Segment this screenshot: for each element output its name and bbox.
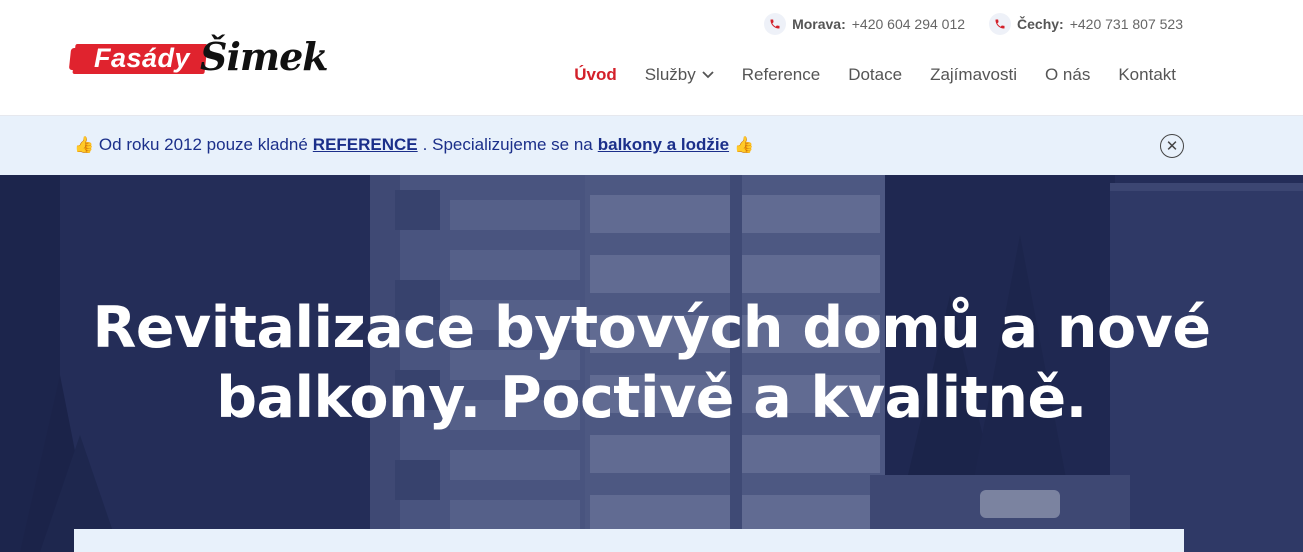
- main-nav: Úvod Služby Reference Dotace Zajímavosti…: [574, 62, 1176, 88]
- reference-link[interactable]: REFERENCE: [313, 135, 418, 155]
- nav-item-uvod[interactable]: Úvod: [574, 62, 617, 88]
- contact-region-label: Morava:: [792, 16, 846, 32]
- logo[interactable]: Fasády Šimek: [72, 28, 330, 86]
- hero-title-line2: balkony. Poctivě a kvalitně.: [216, 365, 1087, 431]
- phone-icon: [764, 13, 787, 35]
- announcement-bar: 👍 Od roku 2012 pouze kladné REFERENCE . …: [0, 116, 1303, 175]
- logo-text-simek: Šimek: [200, 34, 329, 79]
- close-icon[interactable]: ✕: [1160, 134, 1184, 158]
- contact-bar: Morava: +420 604 294 012 Čechy: +420 731…: [764, 12, 1183, 36]
- announcement-text-part2: . Specializujeme se na: [422, 135, 593, 154]
- nav-item-reference[interactable]: Reference: [742, 62, 820, 88]
- thumbs-up-icon: 👍: [734, 137, 754, 154]
- announcement-text: 👍 Od roku 2012 pouze kladné REFERENCE . …: [74, 135, 754, 155]
- hero-section: Revitalizace bytových domů a nové balkon…: [0, 175, 1303, 552]
- contact-region-label: Čechy:: [1017, 16, 1064, 32]
- contact-phone-number[interactable]: +420 604 294 012: [852, 16, 965, 32]
- logo-text-fasady: Fasády: [94, 43, 191, 73]
- nav-item-kontakt[interactable]: Kontakt: [1118, 62, 1176, 88]
- contact-morava[interactable]: Morava: +420 604 294 012: [764, 12, 965, 36]
- balkony-lodzie-link[interactable]: balkony a lodžie: [598, 135, 729, 155]
- thumbs-up-icon: 👍: [74, 137, 94, 154]
- contact-cechy[interactable]: Čechy: +420 731 807 523: [989, 12, 1183, 36]
- hero-card: [74, 529, 1184, 552]
- nav-item-dotace[interactable]: Dotace: [848, 62, 902, 88]
- contact-phone-number[interactable]: +420 731 807 523: [1070, 16, 1183, 32]
- nav-item-o-nas[interactable]: O nás: [1045, 62, 1090, 88]
- nav-item-zajimavosti[interactable]: Zajímavosti: [930, 62, 1017, 88]
- hero-title: Revitalizace bytových domů a nové balkon…: [40, 293, 1263, 433]
- announcement-text-part1: Od roku 2012 pouze kladné: [98, 135, 308, 154]
- nav-item-sluzby[interactable]: Služby: [645, 62, 714, 88]
- hero-title-line1: Revitalizace bytových domů a nové: [92, 295, 1212, 361]
- phone-icon: [989, 13, 1012, 35]
- site-header: Fasády Šimek Morava: +420 604 294 012 Če…: [0, 0, 1303, 116]
- nav-item-label: Služby: [644, 65, 696, 84]
- chevron-down-icon: [702, 71, 714, 79]
